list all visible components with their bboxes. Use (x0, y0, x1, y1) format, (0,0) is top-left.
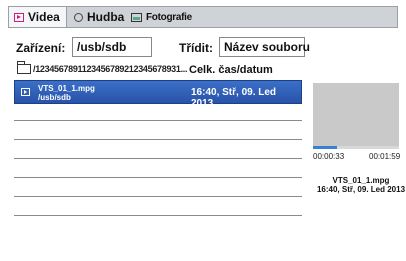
device-label: Zařízení: (16, 41, 66, 55)
sort-select[interactable]: Název souboru (219, 37, 310, 57)
time-total: 00:01:59 (369, 152, 401, 161)
file-name: VTS_01_1.mpg (38, 84, 95, 93)
column-header-duration-date: Celk. čas/datum (189, 64, 273, 76)
video-preview (313, 83, 399, 146)
playback-progress-fill (313, 146, 338, 149)
photo-icon (131, 12, 142, 22)
file-subpath: /usb/sdb (38, 93, 71, 102)
video-file-icon (21, 88, 30, 96)
list-row-divider (14, 177, 302, 178)
music-icon (74, 12, 83, 22)
tab-music-label: Hudba (87, 10, 125, 24)
preview-file-datetime: 16:40, Stř, 09. Led 2013 (316, 185, 406, 194)
file-row-selected[interactable]: VTS_01_1.mpg /usb/sdb 16:40, Stř, 09. Le… (14, 80, 302, 109)
tab-videos-label: Videa (28, 10, 60, 24)
tab-videos[interactable]: Videa (9, 7, 67, 27)
tab-music[interactable]: Hudba (69, 7, 125, 27)
tab-photos-label: Fotografie (146, 11, 192, 23)
time-elapsed: 00:00:33 (313, 152, 345, 161)
folder-icon (17, 61, 31, 74)
list-row-divider (14, 215, 302, 216)
device-select[interactable]: /usb/sdb (72, 37, 152, 57)
current-path: /1234567891123456789212345678931... (17, 61, 188, 74)
playback-progress-bar (313, 146, 399, 149)
tab-photos[interactable]: Fotografie (126, 7, 198, 27)
list-row-divider (14, 196, 302, 197)
list-row-divider (14, 120, 302, 121)
path-text: /1234567891123456789212345678931... (33, 64, 188, 74)
sort-label: Třídit: (179, 41, 213, 55)
preview-file-name: VTS_01_1.mpg (332, 176, 390, 185)
video-icon (14, 12, 24, 22)
media-tabs: Videa Hudba Fotografie (8, 6, 398, 28)
list-row-divider (14, 158, 302, 159)
file-datetime: 16:40, Stř, 09. Led 2013 (191, 87, 277, 109)
list-row-divider (14, 139, 302, 140)
